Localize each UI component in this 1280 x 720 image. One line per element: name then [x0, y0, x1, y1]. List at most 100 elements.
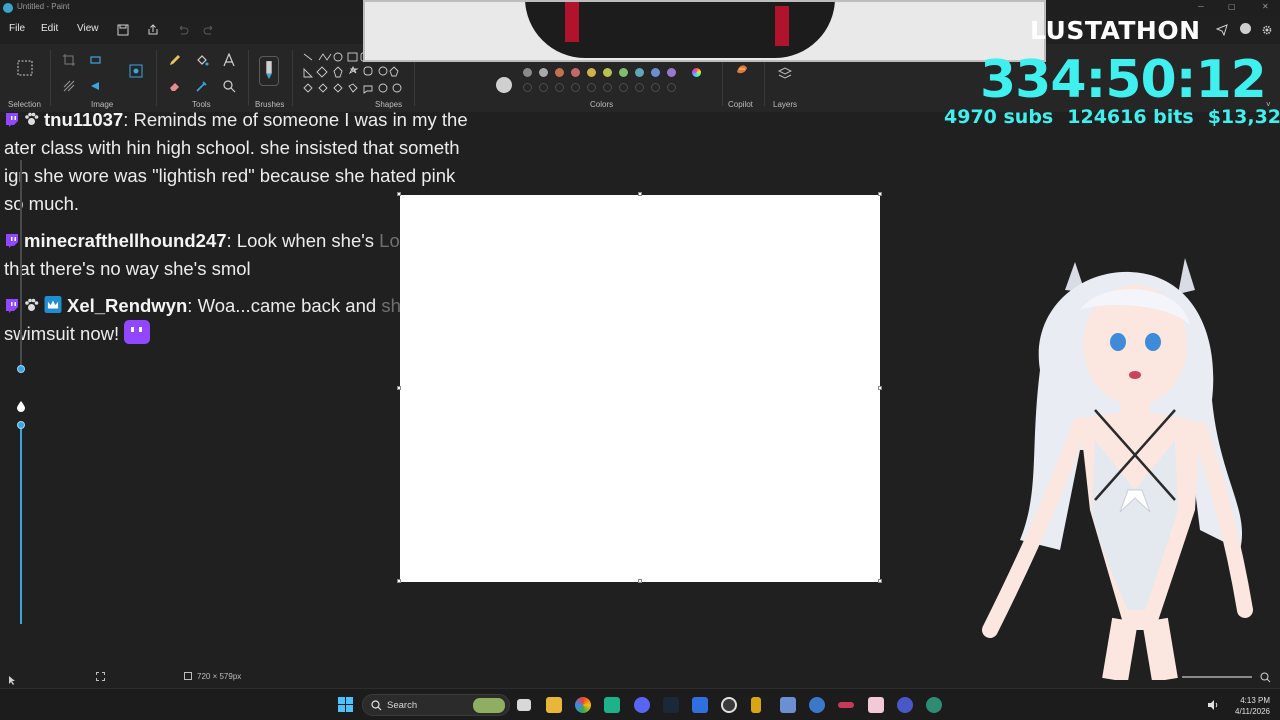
- custom-color-slot[interactable]: [555, 83, 564, 92]
- color-swatch[interactable]: [651, 68, 660, 77]
- resize-handle[interactable]: [397, 386, 401, 390]
- task-view-icon[interactable]: [517, 699, 531, 711]
- brush-icon[interactable]: [259, 56, 279, 86]
- color-picker-icon[interactable]: [195, 79, 209, 93]
- volume-icon[interactable]: [1207, 699, 1219, 711]
- windows-start-icon[interactable]: [338, 697, 353, 712]
- primary-color-swatch[interactable]: [496, 77, 512, 93]
- account-icon[interactable]: [1240, 23, 1251, 34]
- opacity-slider-track[interactable]: [20, 424, 22, 624]
- app-icon[interactable]: [809, 697, 825, 713]
- zoom-in-icon[interactable]: [1260, 670, 1271, 683]
- minimize-button[interactable]: ─: [1198, 2, 1204, 11]
- taskbar: Search 4:13 PM 4/11/2026: [0, 688, 1280, 720]
- resize-handle[interactable]: [638, 192, 642, 196]
- steam-icon[interactable]: [663, 697, 679, 713]
- custom-color-slot[interactable]: [523, 83, 532, 92]
- emote-icon: [124, 320, 151, 344]
- menu-view[interactable]: View: [77, 23, 99, 34]
- color-swatch[interactable]: [571, 68, 580, 77]
- resize-icon[interactable]: [89, 53, 103, 67]
- ribbon-divider: [156, 50, 157, 106]
- chat-text: Woa...came back and: [192, 295, 382, 316]
- share-icon[interactable]: [147, 23, 159, 35]
- rotate-icon[interactable]: [89, 79, 103, 93]
- custom-color-slot[interactable]: [667, 83, 676, 92]
- pencil-icon[interactable]: [168, 53, 182, 67]
- discord-icon[interactable]: [634, 697, 650, 713]
- selection-rectangle-icon[interactable]: [17, 60, 33, 76]
- custom-color-slot[interactable]: [603, 83, 612, 92]
- color-swatch[interactable]: [603, 68, 612, 77]
- edit-colors-icon[interactable]: [692, 68, 701, 77]
- custom-color-slot[interactable]: [651, 83, 660, 92]
- chat-username: minecrafthellhound247: [24, 230, 227, 251]
- close-button[interactable]: ✕: [1262, 2, 1269, 11]
- color-swatch[interactable]: [667, 68, 676, 77]
- copilot-icon[interactable]: [735, 62, 749, 76]
- menu-edit[interactable]: Edit: [41, 23, 58, 34]
- undo-icon[interactable]: [177, 23, 189, 35]
- twitch-badge-icon: [6, 234, 18, 248]
- app-icon[interactable]: [780, 697, 796, 713]
- text-icon[interactable]: [222, 52, 236, 67]
- opacity-slider-thumb[interactable]: [17, 421, 25, 429]
- color-swatch[interactable]: [555, 68, 564, 77]
- color-swatch[interactable]: [619, 68, 628, 77]
- paint-app-icon: [3, 3, 13, 13]
- eraser-icon[interactable]: [168, 79, 182, 93]
- slider-thumb[interactable]: [17, 365, 25, 373]
- chat-username: Xel_Rendwyn: [67, 295, 188, 316]
- magnifier-icon[interactable]: [222, 79, 236, 93]
- slider-track: [20, 160, 22, 370]
- color-swatch[interactable]: [539, 68, 548, 77]
- color-swatch[interactable]: [587, 68, 596, 77]
- menu-bar: File Edit View: [0, 18, 360, 40]
- chrome-icon[interactable]: [575, 697, 591, 713]
- ribbon-divider: [248, 50, 249, 106]
- share-feedback-icon[interactable]: [1215, 23, 1228, 37]
- paint-taskbar-icon[interactable]: [926, 697, 942, 713]
- settings-gear-icon[interactable]: [1261, 23, 1273, 35]
- resize-handle[interactable]: [397, 579, 401, 583]
- custom-color-slot[interactable]: [571, 83, 580, 92]
- app-icon[interactable]: [838, 702, 854, 708]
- app-icon[interactable]: [604, 697, 620, 713]
- custom-color-slot[interactable]: [619, 83, 628, 92]
- search-highlight-icon: [473, 698, 505, 713]
- color-swatch[interactable]: [523, 68, 532, 77]
- bitwarden-icon[interactable]: [692, 697, 708, 713]
- color-swatch[interactable]: [635, 68, 644, 77]
- custom-color-slot[interactable]: [587, 83, 596, 92]
- remove-background-icon[interactable]: [62, 79, 76, 93]
- layers-icon[interactable]: [777, 66, 793, 80]
- resize-handle[interactable]: [397, 192, 401, 196]
- custom-color-slot[interactable]: [539, 83, 548, 92]
- resize-handle[interactable]: [878, 579, 882, 583]
- image-select-icon[interactable]: [129, 64, 143, 78]
- subathon-stats: 4970 subs 124616 bits $13,326: [944, 106, 1280, 128]
- resize-handle[interactable]: [638, 579, 642, 583]
- zoom-slider[interactable]: [1182, 676, 1252, 678]
- obs-icon[interactable]: [721, 697, 737, 713]
- file-explorer-icon[interactable]: [546, 697, 562, 713]
- plex-icon[interactable]: [751, 697, 761, 713]
- custom-color-slot[interactable]: [635, 83, 644, 92]
- redo-icon[interactable]: [203, 23, 215, 35]
- search-icon: [371, 700, 382, 711]
- restore-button[interactable]: ▢: [1228, 2, 1236, 11]
- resize-handle[interactable]: [878, 192, 882, 196]
- save-icon[interactable]: [117, 23, 129, 36]
- taskbar-clock[interactable]: 4:13 PM 4/11/2026: [1228, 695, 1270, 717]
- taskbar-search[interactable]: Search: [362, 694, 510, 716]
- resize-handle[interactable]: [878, 386, 882, 390]
- app-icon[interactable]: [868, 697, 884, 713]
- menu-file[interactable]: File: [9, 23, 25, 34]
- canvas-size-label: 720 × 579px: [197, 672, 242, 681]
- drawing-canvas[interactable]: [400, 195, 880, 582]
- fill-icon[interactable]: [195, 53, 209, 67]
- group-copilot-label: Copilot: [728, 100, 753, 109]
- crop-icon[interactable]: [62, 53, 76, 67]
- stream-overlay-image: [363, 0, 1046, 62]
- app-icon[interactable]: [897, 697, 913, 713]
